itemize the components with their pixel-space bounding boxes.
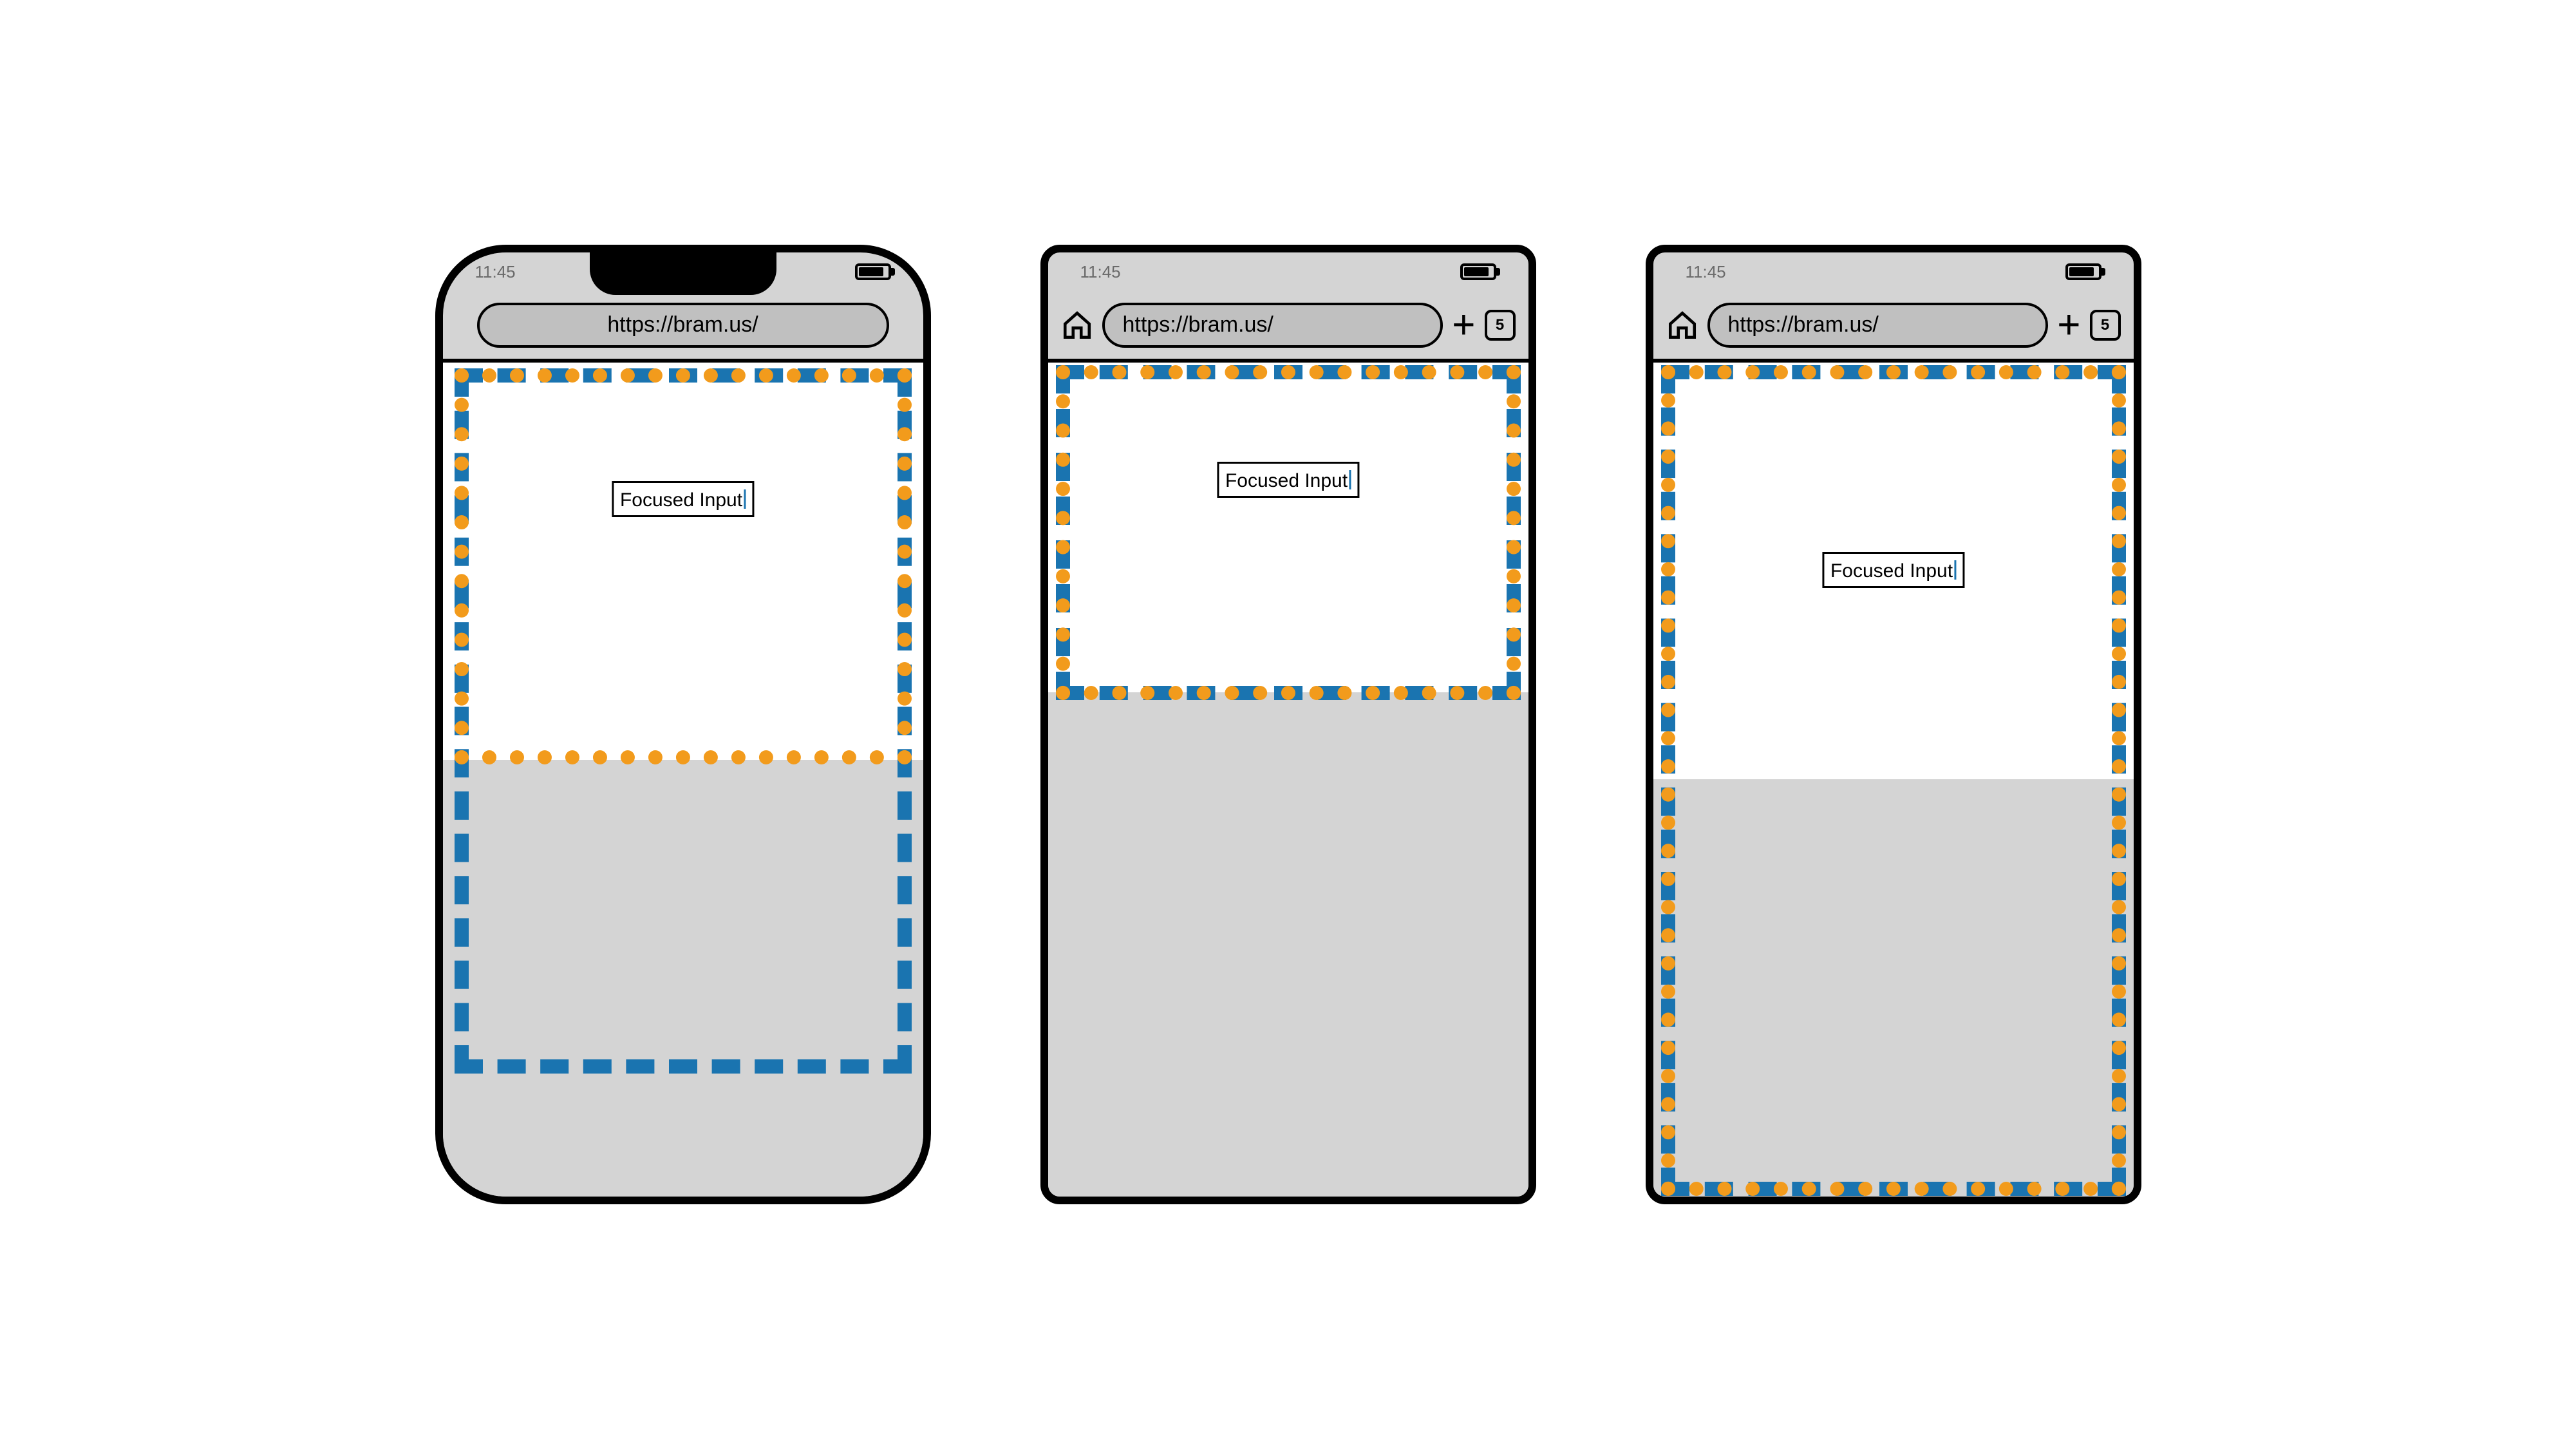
toolbar-separator: [1048, 359, 1528, 363]
new-tab-button[interactable]: +: [1452, 305, 1475, 345]
input-label: Focused Input: [1225, 470, 1348, 492]
url-bar[interactable]: https://bram.us/: [1707, 303, 2049, 348]
diagram-stage: 11:45 https://bram.us/ Focused Input 11:…: [435, 245, 2141, 1204]
home-button[interactable]: [1666, 309, 1698, 341]
focused-input[interactable]: Focused Input: [1822, 552, 1964, 588]
focused-input[interactable]: Focused Input: [1217, 462, 1359, 498]
phone-android-overlay: 11:45 https://bram.us/ + 5 Focused Input: [1646, 245, 2141, 1204]
url-text: https://bram.us/: [1123, 312, 1274, 337]
battery-icon: [2065, 263, 2101, 280]
text-caret: [1349, 470, 1351, 489]
browser-toolbar: https://bram.us/: [443, 291, 923, 359]
tab-count-value: 5: [1496, 316, 1504, 334]
browser-toolbar: https://bram.us/ + 5: [1653, 291, 2134, 359]
status-bar: 11:45: [1653, 252, 2134, 291]
new-tab-button[interactable]: +: [2057, 305, 2080, 345]
status-time: 11:45: [1686, 262, 1726, 282]
content-area: [1048, 363, 1528, 704]
toolbar-separator: [443, 359, 923, 363]
tab-count-button[interactable]: 5: [1485, 310, 1516, 341]
url-text: https://bram.us/: [1728, 312, 1879, 337]
notch: [590, 251, 776, 295]
tab-count-button[interactable]: 5: [2090, 310, 2121, 341]
url-bar[interactable]: https://bram.us/: [477, 303, 889, 348]
content-area: [443, 363, 923, 772]
virtual-keyboard[interactable]: [1048, 692, 1528, 1197]
text-caret: [1954, 560, 1956, 580]
text-caret: [744, 489, 746, 509]
battery-icon: [1460, 263, 1496, 280]
status-bar: 11:45: [1048, 252, 1528, 291]
input-label: Focused Input: [620, 489, 742, 511]
phone-ios: 11:45 https://bram.us/ Focused Input: [435, 245, 931, 1204]
toolbar-separator: [1653, 359, 2134, 363]
url-text: https://bram.us/: [607, 312, 758, 337]
focused-input[interactable]: Focused Input: [612, 481, 754, 517]
phone-android-resize: 11:45 https://bram.us/ + 5 Focused Input: [1040, 245, 1536, 1204]
status-time: 11:45: [1080, 262, 1121, 282]
browser-toolbar: https://bram.us/ + 5: [1048, 291, 1528, 359]
virtual-keyboard[interactable]: [443, 760, 923, 1197]
home-button[interactable]: [1061, 309, 1093, 341]
status-time: 11:45: [475, 262, 516, 282]
battery-icon: [855, 263, 891, 280]
virtual-keyboard[interactable]: [1653, 779, 2134, 1197]
tab-count-value: 5: [2101, 316, 2109, 334]
input-label: Focused Input: [1830, 560, 1953, 582]
url-bar[interactable]: https://bram.us/: [1102, 303, 1443, 348]
